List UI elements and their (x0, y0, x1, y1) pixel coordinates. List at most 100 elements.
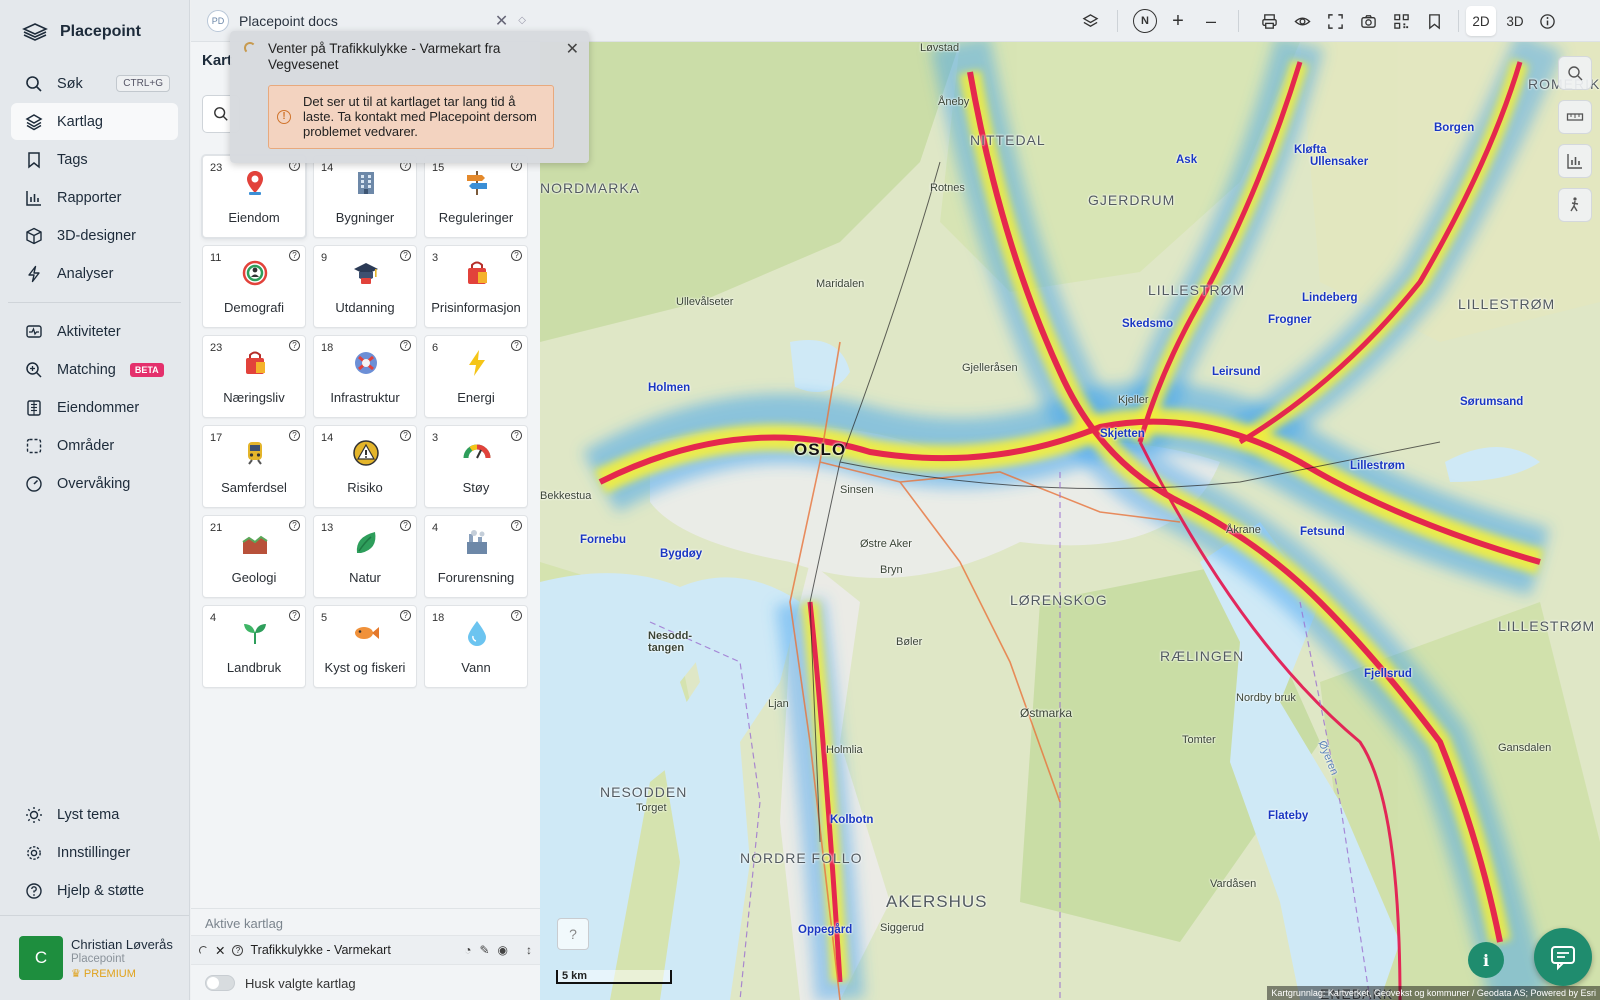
category-info-icon[interactable]: ? (400, 430, 411, 441)
zoom-in-button[interactable]: + (1165, 8, 1191, 34)
nav-activities[interactable]: Aktiviteter (11, 313, 178, 350)
map-label-gjerdrum: GJERDRUM (1088, 192, 1176, 208)
category-tile-prisinformasjon[interactable]: 3? Prisinformasjon (424, 245, 528, 328)
map-label-skjetten: Skjetten (1100, 428, 1145, 440)
nav-settings[interactable]: Innstillinger (11, 834, 178, 871)
bar-chart-icon (1567, 154, 1582, 169)
category-tile-støy[interactable]: 3? Støy (424, 425, 528, 508)
reorder-icon[interactable]: ↕ (526, 943, 532, 957)
toast-close-button[interactable]: ✕ (566, 39, 579, 59)
category-info-icon[interactable]: ? (289, 430, 300, 441)
search-shortcut: CTRL+G (116, 75, 170, 92)
category-tile-natur[interactable]: 13? Natur (313, 515, 417, 598)
route-button[interactable] (1558, 188, 1592, 222)
switch-doc-icon[interactable]: ◇ (518, 15, 526, 26)
print-button[interactable] (1256, 8, 1282, 34)
category-tile-kyst-og-fiskeri[interactable]: 5? Kyst og fiskeri (313, 605, 417, 688)
map-label-torget: Torget (636, 802, 667, 814)
category-info-icon[interactable]: ? (400, 610, 411, 621)
nav-reports[interactable]: Rapporter (11, 179, 178, 216)
mode-2d-button[interactable]: 2D (1466, 6, 1496, 36)
category-info-icon[interactable]: ? (400, 340, 411, 351)
category-info-icon[interactable]: ? (400, 250, 411, 261)
statistics-button[interactable] (1558, 144, 1592, 178)
locate-button[interactable] (1558, 56, 1592, 90)
map-settings-button[interactable] (1077, 8, 1103, 34)
category-count: 3 (432, 432, 439, 444)
nav-theme[interactable]: Lyst tema (11, 796, 178, 833)
chat-button[interactable] (1534, 928, 1592, 986)
north-button[interactable]: N (1132, 8, 1158, 34)
fullscreen-button[interactable] (1322, 8, 1348, 34)
active-layer-row[interactable]: ✕ ? Trafikkulykke - Varmekart ◔ ✎ ◉ ↕ (191, 935, 540, 965)
help-icon (26, 882, 42, 899)
screenshot-button[interactable] (1355, 8, 1381, 34)
category-info-icon[interactable]: ? (289, 610, 300, 621)
nav-analyses[interactable]: Analyser (11, 255, 178, 292)
map-label-lorenskog: LØRENSKOG (1010, 592, 1108, 608)
active-layers: Aktive kartlag ✕ ? Trafikkulykke - Varme… (191, 908, 540, 1000)
brand[interactable]: Placepoint (0, 0, 189, 64)
category-tile-landbruk[interactable]: 4? Landbruk (202, 605, 306, 688)
category-label: Forurensning (437, 570, 515, 585)
visibility-button[interactable] (1289, 8, 1315, 34)
nav-areas[interactable]: Områder (11, 427, 178, 464)
remember-layers-toggle[interactable] (205, 975, 235, 991)
category-tile-eiendom[interactable]: 23? Eiendom (202, 155, 306, 238)
category-info-icon[interactable]: ? (511, 340, 522, 351)
building-icon (358, 172, 374, 194)
avatar: C (19, 936, 63, 980)
category-tile-utdanning[interactable]: 9? Utdanning (313, 245, 417, 328)
category-info-icon[interactable]: ? (511, 430, 522, 441)
layer-info-icon[interactable]: ? (232, 944, 244, 956)
mode-3d-button[interactable]: 3D (1500, 6, 1530, 36)
category-tile-samferdsel[interactable]: 17? Samferdsel (202, 425, 306, 508)
category-tile-næringsliv[interactable]: 23? Næringsliv (202, 335, 306, 418)
user-plan: ♛ PREMIUM (71, 967, 173, 980)
remove-layer-icon[interactable]: ✕ (215, 943, 225, 958)
palette-icon[interactable]: ◔ (464, 943, 471, 957)
category-label: Natur (349, 570, 381, 585)
nav-help[interactable]: Hjelp & støtte (11, 872, 178, 909)
category-tile-risiko[interactable]: 14? Risiko (313, 425, 417, 508)
nav-tags[interactable]: Tags (11, 141, 178, 178)
nav-matching[interactable]: Matching BETA (11, 351, 178, 388)
category-tile-energi[interactable]: 6? Energi (424, 335, 528, 418)
category-tile-bygninger[interactable]: 14? Bygninger (313, 155, 417, 238)
category-tile-infrastruktur[interactable]: 18? Infrastruktur (313, 335, 417, 418)
category-tile-vann[interactable]: 18? Vann (424, 605, 528, 688)
category-tile-forurensning[interactable]: 4? Forurensning (424, 515, 528, 598)
measure-button[interactable] (1558, 100, 1592, 134)
user-profile[interactable]: C Christian Løverås Placepoint ♛ PREMIUM (0, 915, 189, 1000)
nav-search[interactable]: Søk CTRL+G (11, 65, 178, 102)
compass-icon: N (1133, 9, 1157, 33)
edit-icon[interactable]: ✎ (479, 943, 489, 957)
map-layers-icon (1082, 13, 1098, 27)
eye-icon[interactable]: ◉ (498, 943, 508, 957)
category-tile-demografi[interactable]: 11? Demografi (202, 245, 306, 328)
category-info-icon[interactable]: ? (400, 520, 411, 531)
category-info-icon[interactable]: ? (289, 250, 300, 261)
category-info-icon[interactable]: ? (511, 520, 522, 531)
qr-code-button[interactable] (1388, 8, 1414, 34)
category-tile-reguleringer[interactable]: 15? Reguleringer (424, 155, 528, 238)
nav-monitoring[interactable]: Overvåking (11, 465, 178, 502)
map-info-button[interactable]: i (1468, 942, 1504, 978)
category-info-icon[interactable]: ? (511, 610, 522, 621)
map-view[interactable]: NORDMARKA ROMERIKE GJERDRUM LILLESTRØM L… (540, 42, 1600, 1000)
zoom-out-button[interactable]: – (1198, 8, 1224, 34)
category-label: Demografi (224, 300, 284, 315)
loading-spinner-icon (244, 42, 256, 54)
map-help-button[interactable]: ? (557, 918, 589, 950)
category-info-icon[interactable]: ? (289, 340, 300, 351)
nav-properties[interactable]: Eiendommer (11, 389, 178, 426)
info-button[interactable] (1534, 8, 1560, 34)
qr-code-icon (1393, 13, 1409, 29)
close-doc-icon[interactable]: ✕ (495, 11, 508, 31)
nav-layers[interactable]: Kartlag (11, 103, 178, 140)
category-info-icon[interactable]: ? (289, 520, 300, 531)
bookmark-button[interactable] (1421, 8, 1447, 34)
nav-3d-designer[interactable]: 3D-designer (11, 217, 178, 254)
category-info-icon[interactable]: ? (511, 250, 522, 261)
category-tile-geologi[interactable]: 21? Geologi (202, 515, 306, 598)
